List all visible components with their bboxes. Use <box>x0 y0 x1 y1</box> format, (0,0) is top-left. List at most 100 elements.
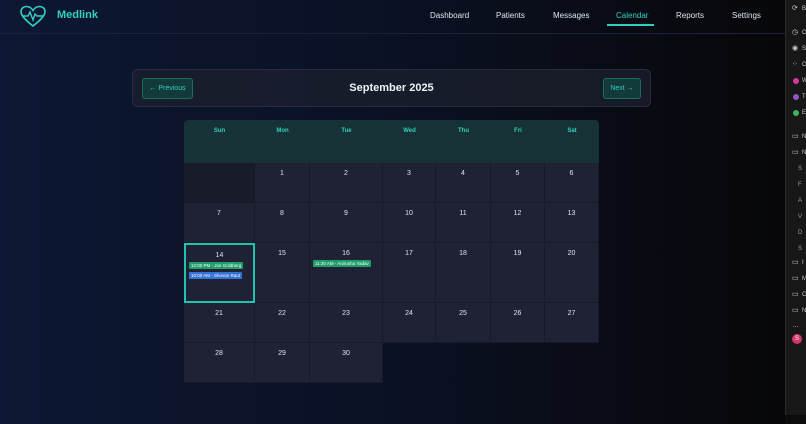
side-panel-item[interactable]: ▭ N <box>792 307 806 315</box>
side-panel-subitem[interactable]: A <box>798 197 802 205</box>
brand-name[interactable]: Medlink <box>57 9 98 21</box>
nav-dashboard[interactable]: Dashboard <box>430 11 469 20</box>
side-panel-item[interactable]: W <box>792 77 806 85</box>
day-cell-29[interactable]: 29 <box>255 343 310 383</box>
day-cell-9[interactable]: 9 <box>310 203 383 243</box>
side-panel-item-label: C <box>802 62 806 68</box>
side-panel-item[interactable]: ▭ N <box>792 133 806 141</box>
side-panel-item-label: M <box>802 276 806 282</box>
side-panel-item[interactable]: ▭ M <box>792 275 806 283</box>
next-month-button[interactable]: Next → <box>603 78 641 99</box>
more-icon: … <box>792 322 799 329</box>
day-cell-1[interactable]: 1 <box>255 163 310 203</box>
side-panel-item[interactable]: E <box>792 109 806 117</box>
appointment-chip[interactable]: 12:00 PM - Joe Goldberg <box>189 262 244 269</box>
day-cell-19[interactable]: 19 <box>491 243 545 303</box>
day-cell-16[interactable]: 16 11:30 AM - Anirusha Yadav <box>310 243 383 303</box>
day-cell-4[interactable]: 4 <box>436 163 491 203</box>
side-panel-item[interactable]: ▭ C <box>792 291 806 299</box>
day-cell-17[interactable]: 17 <box>383 243 436 303</box>
day-number: 30 <box>342 350 350 357</box>
day-cell-28[interactable]: 28 <box>184 343 255 383</box>
day-cell-26[interactable]: 26 <box>491 303 545 343</box>
day-cell-8[interactable]: 8 <box>255 203 310 243</box>
day-number: 13 <box>567 210 576 217</box>
day-number: 7 <box>217 210 221 217</box>
grid-icon: ⁘ <box>792 61 798 68</box>
side-panel-item[interactable]: … <box>792 322 806 330</box>
clock-icon: ◷ <box>792 29 799 36</box>
day-cell-15[interactable]: 15 <box>255 243 310 303</box>
weekday-sun: Sun <box>213 128 226 134</box>
appointment-chip[interactable]: 11:30 AM - Anirusha Yadav <box>313 260 371 267</box>
day-cell-21[interactable]: 21 <box>184 303 255 343</box>
nav-calendar[interactable]: Calendar <box>616 11 648 20</box>
day-number: 15 <box>278 250 286 257</box>
side-panel-item-label: C <box>802 30 806 36</box>
side-panel-item[interactable]: ◉ S <box>792 45 806 53</box>
side-panel-subitem[interactable]: V <box>798 213 802 221</box>
day-cell-24[interactable]: 24 <box>383 303 436 343</box>
side-panel-item[interactable]: ⁘ C <box>792 61 806 69</box>
day-number: 23 <box>342 310 350 317</box>
side-panel-subitem[interactable]: S <box>798 245 802 253</box>
day-cell-14[interactable]: 14 12:00 PM - Joe Goldberg 10:00 AM - Shov… <box>184 243 255 303</box>
weekday-thu: Thu <box>458 128 469 134</box>
multicolor-app-icon <box>793 110 799 116</box>
nav-patients[interactable]: Patients <box>496 11 525 20</box>
nav-messages[interactable]: Messages <box>553 11 589 20</box>
day-cell-30[interactable]: 30 <box>310 343 383 383</box>
day-cell-6[interactable]: 6 <box>545 163 599 203</box>
side-panel-item[interactable]: ◷ C <box>792 29 806 37</box>
globe-icon <box>793 94 799 100</box>
day-number: 24 <box>405 310 413 317</box>
weekday-sat: Sat <box>567 128 577 134</box>
day-cell-10[interactable]: 10 <box>383 203 436 243</box>
day-number: 19 <box>513 250 522 257</box>
day-cell-12[interactable]: 12 <box>491 203 545 243</box>
day-number: 2 <box>344 170 348 177</box>
day-number: 14 <box>215 252 224 259</box>
side-panel-subitem[interactable]: S <box>798 165 802 173</box>
day-number: 18 <box>459 250 467 257</box>
day-cell-2[interactable]: 2 <box>310 163 383 203</box>
user-avatar[interactable]: S <box>792 334 802 344</box>
day-cell-13[interactable]: 13 <box>545 203 599 243</box>
day-cell-11[interactable]: 11 <box>436 203 491 243</box>
side-panel-subitem[interactable]: F <box>798 181 802 189</box>
nav-reports[interactable]: Reports <box>676 11 704 20</box>
weekday-fri: Fri <box>514 128 522 134</box>
heart-pulse-icon[interactable] <box>20 5 46 29</box>
side-panel-item-label: C <box>802 292 806 298</box>
weekday-tue: Tue <box>341 128 352 134</box>
day-cell-25[interactable]: 25 <box>436 303 491 343</box>
nav-settings[interactable]: Settings <box>732 11 761 20</box>
appointment-chip[interactable]: 10:00 AM - Shovan Raut <box>189 272 243 279</box>
day-cell-23[interactable]: 23 <box>310 303 383 343</box>
day-number: 20 <box>567 250 576 257</box>
day-cell-27[interactable]: 27 <box>545 303 599 343</box>
side-panel-item-label: E <box>802 110 806 116</box>
day-number: 10 <box>405 210 413 217</box>
day-cell-7[interactable]: 7 <box>184 203 255 243</box>
day-cell-18[interactable]: 18 <box>436 243 491 303</box>
side-panel-subitem[interactable]: D <box>798 229 802 237</box>
day-number: 6 <box>569 170 574 177</box>
side-panel-item[interactable]: ▭ N <box>792 149 806 157</box>
day-number: 25 <box>459 310 467 317</box>
side-panel-item[interactable]: T <box>792 93 806 101</box>
folder-icon: ▭ <box>792 259 799 266</box>
day-number: 17 <box>405 250 413 257</box>
side-panel-item[interactable]: ▭ I <box>792 259 806 267</box>
target-icon: ◉ <box>792 45 799 52</box>
side-panel-item-label: N <box>802 150 806 156</box>
day-number: 27 <box>567 310 576 317</box>
day-cell-20[interactable]: 20 <box>545 243 599 303</box>
day-cell-22[interactable]: 22 <box>255 303 310 343</box>
day-cell-5[interactable]: 5 <box>491 163 545 203</box>
day-cell-3[interactable]: 3 <box>383 163 436 203</box>
side-panel-item-label: S <box>802 46 806 52</box>
top-navbar: Medlink Dashboard Patients Messages Cale… <box>0 0 785 34</box>
day-number: 22 <box>278 310 286 317</box>
side-panel-item[interactable]: ⟳ B <box>792 5 806 13</box>
